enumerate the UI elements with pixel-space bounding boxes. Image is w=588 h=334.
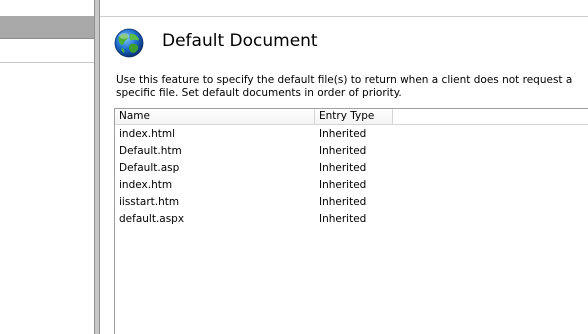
connections-divider xyxy=(0,62,94,63)
list-item[interactable]: default.aspx Inherited xyxy=(115,211,588,228)
connections-header-bar xyxy=(0,16,94,39)
content-top-strip xyxy=(100,0,588,16)
feature-title: Default Document xyxy=(162,31,318,51)
entry-type: Inherited xyxy=(319,162,367,174)
document-name: Default.htm xyxy=(119,145,182,157)
list-item[interactable]: index.html Inherited xyxy=(115,126,588,143)
column-header-filler xyxy=(393,109,588,124)
document-name: iisstart.htm xyxy=(119,196,180,208)
entry-type: Inherited xyxy=(319,145,367,157)
entry-type: Inherited xyxy=(319,213,367,225)
feature-description: Use this feature to specify the default … xyxy=(116,74,573,99)
list-header: Name Entry Type xyxy=(115,109,588,125)
default-documents-list[interactable]: Name Entry Type index.html Inherited Def… xyxy=(114,108,588,334)
entry-type: Inherited xyxy=(319,179,367,191)
document-name: Default.asp xyxy=(119,162,180,174)
feature-content-pane: Default Document Use this feature to spe… xyxy=(100,16,588,334)
entry-type: Inherited xyxy=(319,128,367,140)
column-header-entry-type[interactable]: Entry Type xyxy=(315,109,393,124)
entry-type: Inherited xyxy=(319,196,367,208)
globe-document-icon xyxy=(113,27,145,59)
connections-pane xyxy=(0,0,94,334)
list-item[interactable]: iisstart.htm Inherited xyxy=(115,194,588,211)
iis-manager-window: Default Document Use this feature to spe… xyxy=(0,0,588,334)
document-name: default.aspx xyxy=(119,213,185,225)
list-body: index.html Inherited Default.htm Inherit… xyxy=(115,126,588,228)
column-header-name[interactable]: Name xyxy=(115,109,315,124)
list-item[interactable]: index.htm Inherited xyxy=(115,177,588,194)
list-item[interactable]: Default.asp Inherited xyxy=(115,160,588,177)
list-item[interactable]: Default.htm Inherited xyxy=(115,143,588,160)
document-name: index.html xyxy=(119,128,175,140)
connections-top-strip xyxy=(0,0,94,16)
document-name: index.htm xyxy=(119,179,173,191)
